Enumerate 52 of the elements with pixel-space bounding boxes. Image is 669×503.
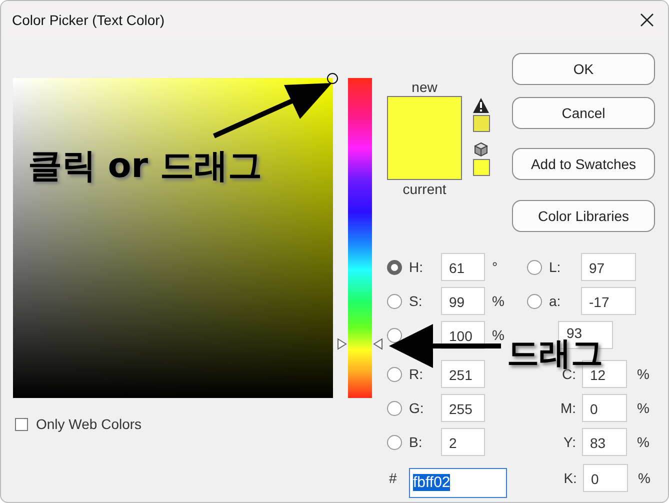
radio-button[interactable] [527, 294, 542, 308]
dialog-button[interactable]: Add to Swatches [512, 148, 655, 180]
current-label: current [402, 181, 448, 197]
radio-button[interactable] [387, 400, 402, 416]
dialog-button[interactable]: Cancel [512, 97, 655, 129]
input-field[interactable]: 83 [582, 428, 627, 456]
hex-input-field[interactable]: fbff02 [409, 468, 507, 498]
close-icon[interactable] [640, 13, 654, 27]
input-field[interactable]: 0 [582, 464, 628, 492]
input-field[interactable]: 255 [441, 394, 485, 422]
field-label: K: [562, 470, 578, 486]
unit-label: % [637, 400, 650, 416]
radio-button[interactable] [387, 260, 402, 274]
slider-handle[interactable] [337, 338, 383, 350]
unit-label: ° [492, 259, 498, 275]
input-field[interactable]: 251 [441, 360, 485, 388]
cube-icon[interactable] [474, 142, 488, 157]
radio-button[interactable] [387, 328, 402, 342]
input-field[interactable]: 97 [581, 253, 636, 281]
field-label: S: [409, 293, 424, 309]
field-label: M: [559, 400, 577, 416]
web-safe-swatch[interactable] [472, 159, 490, 176]
input-field[interactable]: 0 [582, 394, 627, 422]
unit-label: % [637, 434, 650, 450]
field-label: Y: [562, 434, 577, 450]
input-field[interactable]: -17 [581, 287, 636, 315]
dialog-button[interactable]: Color Libraries [512, 200, 655, 232]
unit-label: % [637, 366, 650, 382]
field-label: G: [409, 400, 425, 416]
annotation-text: 클릭 or 드래그 [28, 148, 262, 184]
only-web-colors-checkbox[interactable]: Only Web Colors [15, 416, 333, 432]
unit-label: % [492, 327, 504, 343]
radio-button[interactable] [527, 260, 542, 274]
unit-label: % [492, 293, 504, 309]
field-label: L: [549, 259, 562, 275]
warning-icon[interactable] [473, 98, 489, 113]
input-field[interactable]: 99 [441, 287, 485, 315]
field-label: H: [409, 259, 424, 275]
unit-label: % [638, 470, 650, 486]
radio-button[interactable] [387, 294, 402, 308]
field-label: R: [409, 366, 424, 382]
input-field[interactable]: 2 [441, 428, 485, 456]
radio-button[interactable] [387, 366, 402, 382]
field-label: B: [409, 434, 424, 450]
window-title: Color Picker (Text Color) [12, 12, 164, 28]
field-label: a: [549, 293, 562, 309]
new-label: new [410, 79, 438, 95]
gamut-swatch[interactable] [472, 115, 490, 132]
input-field[interactable]: 61 [441, 253, 485, 281]
dialog-button[interactable]: OK [512, 53, 655, 85]
hash-label: # [389, 470, 398, 486]
radio-button[interactable] [387, 434, 402, 450]
